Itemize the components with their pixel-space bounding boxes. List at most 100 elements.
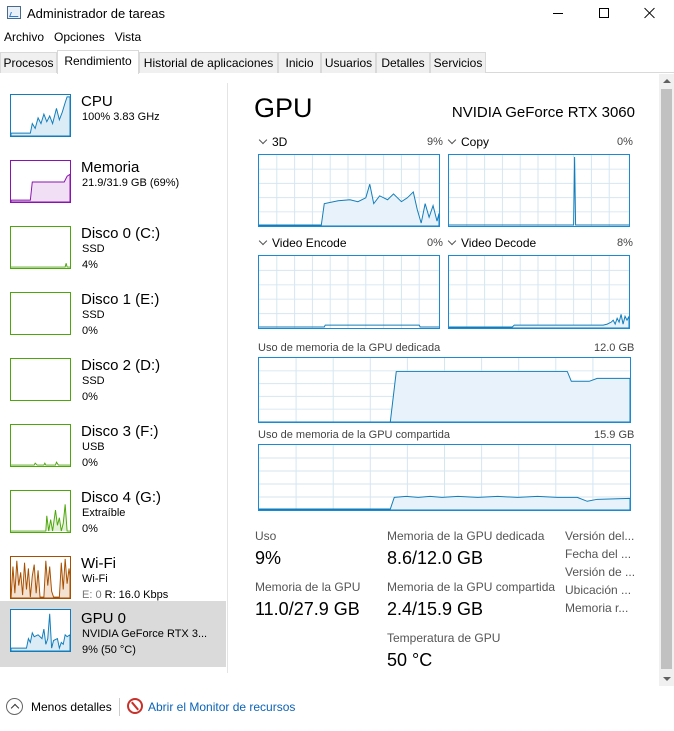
- engine-percent: 0%: [617, 136, 633, 148]
- engine-percent: 0%: [427, 237, 443, 249]
- title-bar: Administrador de tareas: [0, 0, 674, 26]
- engine-selector-video-decode[interactable]: Video Decode: [447, 236, 536, 250]
- tab-procesos[interactable]: Procesos: [0, 52, 57, 73]
- engine-selector-copy[interactable]: Copy: [447, 135, 489, 149]
- shared-memory-stat-label: Memoria de la GPU compartida: [387, 580, 556, 594]
- gpu-model-name: NVIDIA GeForce RTX 3060: [451, 104, 635, 121]
- engine-name: 3D: [272, 135, 288, 149]
- sidebar-item-title: Memoria: [81, 159, 140, 176]
- footer-divider: [119, 698, 120, 716]
- tab-historial[interactable]: Historial de aplicaciones: [139, 52, 278, 73]
- resource-monitor-icon[interactable]: [127, 698, 143, 714]
- graph-video-encode: [258, 255, 440, 329]
- tab-usuarios[interactable]: Usuarios: [321, 52, 376, 73]
- graph-video-decode: [448, 255, 630, 329]
- graph-copy: [448, 154, 630, 227]
- tab-detalles[interactable]: Detalles: [376, 52, 430, 73]
- disk-thumbnail-graph: [10, 292, 71, 335]
- sidebar-item-detail: SSD: [82, 375, 105, 387]
- sidebar-item-detail: NVIDIA GeForce RTX 3...: [82, 628, 208, 640]
- reserved-memory-key: Memoria r...: [565, 601, 629, 615]
- scroll-down-arrow-icon[interactable]: [659, 672, 674, 686]
- gpu-temperature-label: Temperatura de GPU: [387, 631, 501, 645]
- resource-sidebar: CPU 100% 3.83 GHz Memoria 21.9/31.9 GB (…: [0, 83, 228, 673]
- open-resource-monitor-link[interactable]: Abrir el Monitor de recursos: [148, 700, 295, 714]
- graph-shared-memory: [258, 444, 631, 511]
- shared-memory-stat-value: 2.4/15.9 GB: [387, 599, 484, 619]
- gpu-thumbnail-graph: [10, 609, 71, 652]
- sidebar-item-detail: Wi-Fi: [82, 573, 108, 585]
- sidebar-item-title: Disco 2 (D:): [81, 357, 161, 374]
- sidebar-item-title: Disco 1 (E:): [81, 291, 160, 308]
- sidebar-item-detail: 100% 3.83 GHz: [82, 111, 160, 123]
- sidebar-item-title: GPU 0: [81, 610, 127, 627]
- gpu-temperature-value: 50 °C: [387, 650, 433, 670]
- engine-name: Video Decode: [461, 236, 537, 250]
- minimize-icon: [553, 12, 563, 14]
- chevron-down-icon: [447, 135, 457, 145]
- sidebar-item-memoria[interactable]: Memoria 21.9/31.9 GB (69%): [0, 150, 226, 216]
- sidebar-item-title: Disco 4 (G:): [81, 489, 162, 506]
- menu-opciones[interactable]: Opciones: [49, 27, 110, 49]
- engine-name: Copy: [461, 135, 490, 149]
- scrollbar-thumb[interactable]: [661, 89, 672, 669]
- fewer-details-link[interactable]: Menos detalles: [31, 700, 112, 714]
- menu-vista[interactable]: Vista: [110, 27, 146, 49]
- graph-3d: [258, 154, 440, 227]
- disk-thumbnail-graph: [10, 424, 71, 467]
- maximize-button[interactable]: [581, 0, 627, 26]
- sidebar-item-usage: E: 0 R: 16.0 Kbps: [82, 589, 168, 601]
- sidebar-item-disco-0[interactable]: Disco 0 (C:) SSD 4%: [0, 216, 226, 282]
- minimize-button[interactable]: [535, 0, 581, 26]
- vertical-scrollbar[interactable]: [659, 74, 674, 686]
- cpu-thumbnail-graph: [10, 94, 71, 137]
- tab-servicios[interactable]: Servicios: [430, 52, 486, 73]
- chevron-down-icon: [258, 236, 268, 246]
- directx-version-key: Versión de ...: [565, 565, 636, 579]
- disk-thumbnail-graph: [10, 358, 71, 401]
- gpu-detail-panel: GPU NVIDIA GeForce RTX 3060 3D 9% Copy 0…: [229, 83, 659, 673]
- chevron-down-icon: [258, 135, 268, 145]
- graph-dedicated-memory: [258, 357, 631, 423]
- sidebar-item-title: Disco 3 (F:): [81, 423, 159, 440]
- sidebar-item-disco-4[interactable]: Disco 4 (G:) Extraíble 0%: [0, 480, 226, 546]
- usage-label: Uso: [255, 529, 277, 543]
- tab-inicio[interactable]: Inicio: [278, 52, 321, 73]
- sidebar-item-cpu[interactable]: CPU 100% 3.83 GHz: [0, 84, 226, 150]
- sidebar-item-detail: SSD: [82, 243, 105, 255]
- window-title: Administrador de tareas: [27, 6, 166, 21]
- engine-percent: 8%: [617, 237, 633, 249]
- shared-memory-max: 15.9 GB: [594, 429, 635, 441]
- sidebar-item-disco-2[interactable]: Disco 2 (D:) SSD 0%: [0, 348, 226, 414]
- sidebar-item-gpu-0[interactable]: GPU 0 NVIDIA GeForce RTX 3... 9% (50 °C): [0, 601, 226, 667]
- engine-name: Video Encode: [272, 236, 347, 250]
- sidebar-item-disco-3[interactable]: Disco 3 (F:) USB 0%: [0, 414, 226, 480]
- sidebar-item-usage: 0%: [82, 391, 98, 403]
- engine-selector-3d[interactable]: 3D: [258, 135, 287, 149]
- close-button[interactable]: [627, 0, 673, 26]
- sidebar-item-usage: 0%: [82, 457, 98, 469]
- maximize-icon: [599, 8, 609, 18]
- menu-archivo[interactable]: Archivo: [0, 27, 49, 49]
- physical-location-key: Ubicación ...: [565, 583, 632, 597]
- close-icon: [644, 7, 656, 19]
- tab-bar: Procesos Rendimiento Historial de aplica…: [0, 50, 674, 74]
- disk-thumbnail-graph: [10, 226, 71, 269]
- engine-percent: 9%: [427, 136, 443, 148]
- disk-thumbnail-graph: [10, 490, 71, 533]
- page-title: GPU: [254, 93, 313, 123]
- sidebar-item-disco-1[interactable]: Disco 1 (E:) SSD 0%: [0, 282, 226, 348]
- wifi-receive-rate: R: 16.0 Kbps: [104, 589, 169, 601]
- footer-bar: Menos detalles Abrir el Monitor de recur…: [0, 690, 674, 731]
- sidebar-item-usage: 0%: [82, 325, 98, 337]
- dedicated-memory-max: 12.0 GB: [594, 342, 635, 354]
- memory-thumbnail-graph: [10, 160, 71, 203]
- sidebar-item-usage: 9% (50 °C): [82, 644, 136, 656]
- chevron-up-circle-icon[interactable]: [6, 698, 23, 715]
- task-manager-icon: [7, 6, 21, 19]
- engine-selector-video-encode[interactable]: Video Encode: [258, 236, 347, 250]
- sidebar-item-detail: 21.9/31.9 GB (69%): [82, 177, 180, 189]
- scroll-up-arrow-icon[interactable]: [659, 74, 674, 88]
- tab-rendimiento[interactable]: Rendimiento: [57, 50, 139, 74]
- menu-bar: Archivo Opciones Vista: [0, 27, 146, 49]
